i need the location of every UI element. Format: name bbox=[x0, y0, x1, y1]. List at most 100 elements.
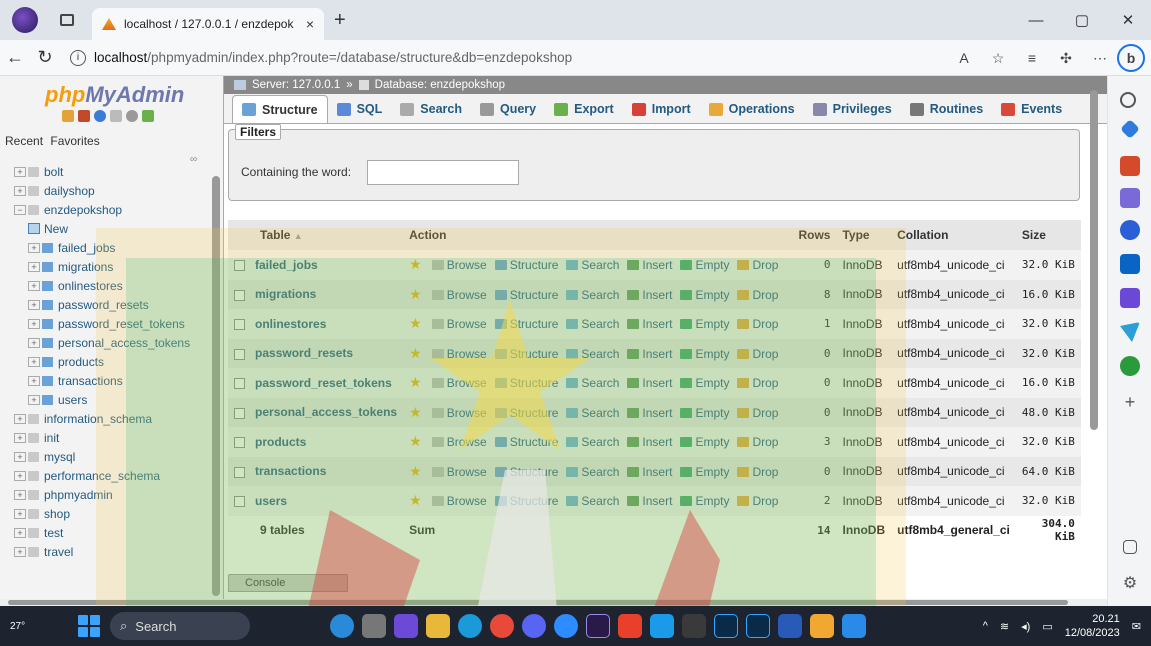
action-drop[interactable]: Drop bbox=[737, 376, 778, 390]
minimize-icon[interactable]: — bbox=[1013, 12, 1059, 29]
tree-item-label[interactable]: information_schema bbox=[44, 412, 152, 426]
tree-item-label[interactable]: users bbox=[58, 393, 87, 407]
tree-item-label[interactable]: products bbox=[58, 355, 104, 369]
tree-item[interactable]: − enzdepokshop bbox=[0, 200, 212, 219]
favorite-star-icon[interactable]: ★ bbox=[409, 463, 422, 479]
action-empty[interactable]: Empty bbox=[680, 435, 729, 449]
expand-icon[interactable]: + bbox=[28, 394, 40, 405]
tree-item[interactable]: + mysql bbox=[0, 447, 212, 466]
row-checkbox[interactable] bbox=[234, 260, 245, 272]
expand-icon[interactable]: + bbox=[28, 242, 40, 253]
row-checkbox[interactable] bbox=[234, 496, 245, 508]
file-explorer-icon[interactable] bbox=[426, 614, 450, 638]
expand-icon[interactable]: + bbox=[28, 280, 40, 291]
tree-item[interactable]: + performance_schema bbox=[0, 466, 212, 485]
col-size-header[interactable]: Size bbox=[1015, 220, 1081, 250]
action-browse[interactable]: Browse bbox=[431, 376, 487, 390]
table-name-link[interactable]: personal_access_tokens bbox=[255, 405, 397, 419]
tree-item[interactable]: + products bbox=[0, 352, 212, 371]
row-size[interactable]: 32.0 KiB bbox=[1015, 338, 1081, 368]
action-insert[interactable]: Insert bbox=[627, 288, 672, 302]
tree-item[interactable]: + onlinestores bbox=[0, 276, 212, 295]
console-bar[interactable]: Console bbox=[228, 574, 348, 592]
start-icon[interactable] bbox=[78, 615, 100, 637]
action-drop[interactable]: Drop bbox=[737, 435, 778, 449]
expand-icon[interactable]: + bbox=[28, 261, 40, 272]
pma-logo[interactable]: phpMyAdmin bbox=[45, 82, 184, 108]
tree-item-label[interactable]: enzdepokshop bbox=[44, 203, 122, 217]
action-empty[interactable]: Empty bbox=[680, 406, 729, 420]
expand-icon[interactable]: + bbox=[28, 356, 40, 367]
action-structure[interactable]: Structure bbox=[494, 465, 558, 479]
action-drop[interactable]: Drop bbox=[737, 494, 778, 508]
recent-tab[interactable]: Recent bbox=[5, 134, 43, 148]
action-empty[interactable]: Empty bbox=[680, 258, 729, 272]
expand-icon[interactable]: + bbox=[14, 451, 26, 462]
action-drop[interactable]: Drop bbox=[737, 406, 778, 420]
clock[interactable]: 20.21 12/08/2023 bbox=[1065, 612, 1120, 640]
back-icon[interactable]: ← bbox=[0, 47, 30, 68]
sidebar-toggle-icon[interactable] bbox=[1123, 540, 1137, 554]
tree-item[interactable]: + password_resets bbox=[0, 295, 212, 314]
premiere-icon[interactable] bbox=[586, 614, 610, 638]
filter-input[interactable] bbox=[367, 160, 519, 185]
bing-icon[interactable]: b bbox=[1117, 44, 1145, 72]
favorite-star-icon[interactable]: ★ bbox=[409, 256, 422, 272]
action-empty[interactable]: Empty bbox=[680, 288, 729, 302]
zoom-icon[interactable] bbox=[554, 614, 578, 638]
chrome-icon[interactable] bbox=[490, 614, 514, 638]
row-checkbox[interactable] bbox=[234, 437, 245, 449]
tab-structure[interactable]: Structure bbox=[232, 95, 328, 123]
tree-item[interactable]: + migrations bbox=[0, 257, 212, 276]
tree-item[interactable]: + bolt bbox=[0, 162, 212, 181]
tab-actions-icon[interactable] bbox=[60, 14, 74, 26]
send-icon[interactable] bbox=[1120, 322, 1140, 342]
action-drop[interactable]: Drop bbox=[737, 317, 778, 331]
favorite-star-icon[interactable]: ★ bbox=[409, 433, 422, 449]
tab-operations[interactable]: Operations bbox=[700, 95, 804, 123]
action-insert[interactable]: Insert bbox=[627, 406, 672, 420]
favorites-tab[interactable]: Favorites bbox=[50, 134, 99, 148]
tag-icon[interactable] bbox=[1120, 119, 1140, 139]
tray-chevron-icon[interactable]: ^ bbox=[983, 620, 988, 632]
action-empty[interactable]: Empty bbox=[680, 494, 729, 508]
tree-item-label[interactable]: phpmyadmin bbox=[44, 488, 113, 502]
action-insert[interactable]: Insert bbox=[627, 347, 672, 361]
horizontal-scrollbar[interactable] bbox=[0, 599, 1107, 606]
reload-icon[interactable] bbox=[142, 110, 154, 122]
tree-item[interactable]: + test bbox=[0, 523, 212, 542]
row-size[interactable]: 16.0 KiB bbox=[1015, 279, 1081, 309]
expand-icon[interactable]: + bbox=[28, 299, 40, 310]
read-aloud-icon[interactable]: A bbox=[947, 50, 981, 66]
favorite-star-icon[interactable]: ★ bbox=[409, 345, 422, 361]
tree-item-label[interactable]: dailyshop bbox=[44, 184, 95, 198]
action-drop[interactable]: Drop bbox=[737, 288, 778, 302]
task-view-icon[interactable] bbox=[362, 614, 386, 638]
vscode-icon[interactable] bbox=[842, 614, 866, 638]
tab-search[interactable]: Search bbox=[391, 95, 471, 123]
tree-item-label[interactable]: travel bbox=[44, 545, 73, 559]
expand-icon[interactable]: + bbox=[14, 470, 26, 481]
action-browse[interactable]: Browse bbox=[431, 465, 487, 479]
tree-item-label[interactable]: New bbox=[44, 222, 68, 236]
breadcrumb-database[interactable]: Database: enzdepokshop bbox=[375, 79, 505, 91]
main-scrollbar[interactable] bbox=[1090, 90, 1098, 430]
nav-scrollbar[interactable] bbox=[212, 176, 220, 596]
action-insert[interactable]: Insert bbox=[627, 317, 672, 331]
tree-item-label[interactable]: bolt bbox=[44, 165, 63, 179]
action-structure[interactable]: Structure bbox=[494, 376, 558, 390]
tab-export[interactable]: Export bbox=[545, 95, 623, 123]
expand-icon[interactable]: + bbox=[14, 527, 26, 538]
weather-widget[interactable]: 27° bbox=[10, 621, 50, 632]
tree-item[interactable]: + information_schema bbox=[0, 409, 212, 428]
help-icon[interactable] bbox=[94, 110, 106, 122]
toolbox-icon[interactable] bbox=[1120, 156, 1140, 176]
action-search[interactable]: Search bbox=[566, 258, 619, 272]
tree-item[interactable]: + personal_access_tokens bbox=[0, 333, 212, 352]
search-icon[interactable] bbox=[1120, 92, 1136, 108]
tree-item-label[interactable]: migrations bbox=[58, 260, 113, 274]
breadcrumb-server[interactable]: Server: 127.0.0.1 bbox=[252, 79, 340, 91]
tree-item-label[interactable]: password_resets bbox=[58, 298, 149, 312]
action-search[interactable]: Search bbox=[566, 288, 619, 302]
games-icon[interactable] bbox=[1120, 188, 1140, 208]
